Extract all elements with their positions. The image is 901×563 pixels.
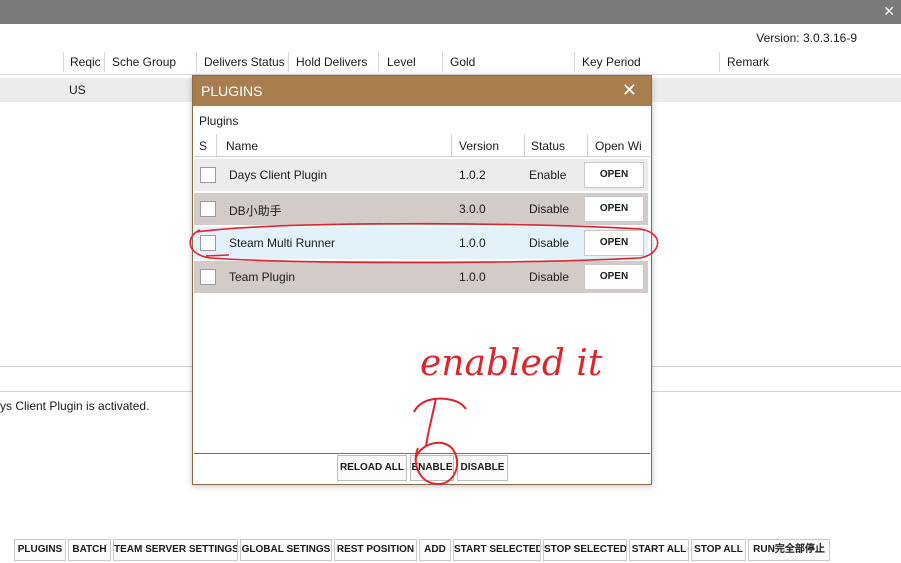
dialog-titlebar: PLUGINS ✕ xyxy=(193,76,651,106)
plugin-status: Disable xyxy=(529,202,570,216)
add-button[interactable]: ADD xyxy=(419,539,451,561)
plugin-status: Disable xyxy=(529,236,570,250)
log-message: ys Client Plugin is activated. xyxy=(0,399,150,413)
batch-button[interactable]: BATCH xyxy=(68,539,111,561)
column-separator xyxy=(288,52,289,72)
column-status[interactable]: Status xyxy=(531,139,565,153)
column-sche-group[interactable]: Sche Group xyxy=(112,55,176,69)
global-settings-button[interactable]: GLOBAL SETINGS xyxy=(240,539,332,561)
column-key-period[interactable]: Key Period xyxy=(582,55,641,69)
column-separator xyxy=(196,52,197,72)
column-gold[interactable]: Gold xyxy=(450,55,475,69)
team-server-settings-button[interactable]: TEAM SERVER SETTINGS xyxy=(113,539,238,561)
column-separator xyxy=(719,52,720,72)
column-level[interactable]: Level xyxy=(387,55,416,69)
window-close-icon[interactable]: ✕ xyxy=(883,4,895,18)
stop-all-button[interactable]: STOP ALL xyxy=(691,539,746,561)
plugin-version: 3.0.0 xyxy=(459,202,486,216)
column-separator xyxy=(574,52,575,72)
plugin-select-checkbox[interactable] xyxy=(200,235,216,251)
column-separator xyxy=(104,52,105,72)
plugin-name: Team Plugin xyxy=(229,270,296,284)
plugin-row[interactable]: Steam Multi Runner 1.0.0 Disable OPEN xyxy=(194,227,648,259)
stop-selected-button[interactable]: STOP SELECTED xyxy=(543,539,627,561)
plugins-section-label: Plugins xyxy=(199,114,239,128)
column-separator xyxy=(524,134,525,156)
plugin-row[interactable]: DB小助手 3.0.0 Disable OPEN xyxy=(194,193,648,225)
window-titlebar: ✕ xyxy=(0,0,901,24)
column-hold-delivers[interactable]: Hold Delivers xyxy=(296,55,367,69)
rest-position-button[interactable]: REST POSITION xyxy=(334,539,417,561)
version-label: Version: 3.0.3.16-9 xyxy=(756,31,857,45)
plugins-button[interactable]: PLUGINS xyxy=(14,539,66,561)
plugin-select-checkbox[interactable] xyxy=(200,201,216,217)
column-separator xyxy=(442,52,443,72)
row-region: US xyxy=(69,83,86,97)
plugin-name: Steam Multi Runner xyxy=(229,236,336,250)
plugin-version: 1.0.0 xyxy=(459,270,486,284)
plugin-open-button[interactable]: OPEN xyxy=(584,264,644,290)
reload-all-button[interactable]: RELOAD ALL xyxy=(337,455,407,481)
plugin-open-button[interactable]: OPEN xyxy=(584,162,644,188)
column-name[interactable]: Name xyxy=(226,139,258,153)
plugin-status: Disable xyxy=(529,270,570,284)
plugin-select-checkbox[interactable] xyxy=(200,269,216,285)
plugin-grid-header: S Name Version Status Open Wi xyxy=(193,134,651,156)
plugin-name: DB小助手 xyxy=(229,204,282,218)
column-header-row: Reqic Sche Group Delivers Status Hold De… xyxy=(0,50,901,75)
plugin-name: Days Client Plugin xyxy=(229,168,328,182)
column-separator xyxy=(63,52,64,72)
column-s[interactable]: S xyxy=(199,139,207,153)
disable-button[interactable]: DISABLE xyxy=(457,455,508,481)
plugin-select-checkbox[interactable] xyxy=(200,167,216,183)
plugin-grid: Days Client Plugin 1.0.2 Enable OPEN DB小… xyxy=(194,156,650,454)
column-separator xyxy=(378,52,379,72)
column-remark[interactable]: Remark xyxy=(727,55,769,69)
plugins-dialog: PLUGINS ✕ Plugins S Name Version Status … xyxy=(192,75,652,485)
dialog-title: PLUGINS xyxy=(201,83,263,99)
plugin-status: Enable xyxy=(529,168,567,182)
column-version[interactable]: Version xyxy=(459,139,499,153)
bottom-toolbar: PLUGINS BATCH TEAM SERVER SETTINGS GLOBA… xyxy=(0,536,901,563)
plugin-open-button[interactable]: OPEN xyxy=(584,230,644,256)
column-open-window[interactable]: Open Wi xyxy=(595,139,645,153)
start-all-button[interactable]: START ALL xyxy=(629,539,689,561)
start-selected-button[interactable]: START SELECTED xyxy=(453,539,541,561)
plugin-row[interactable]: Team Plugin 1.0.0 Disable OPEN xyxy=(194,261,648,293)
enable-button[interactable]: ENABLE xyxy=(410,455,454,481)
plugin-version: 1.0.2 xyxy=(459,168,486,182)
run-stop-all-button[interactable]: RUN完全部停止 xyxy=(748,539,830,561)
column-delivers-status[interactable]: Delivers Status xyxy=(204,55,285,69)
dialog-close-icon[interactable]: ✕ xyxy=(622,80,637,101)
plugin-open-button[interactable]: OPEN xyxy=(584,196,644,222)
column-separator xyxy=(216,134,217,156)
column-reqic[interactable]: Reqic xyxy=(70,55,100,69)
plugin-version: 1.0.0 xyxy=(459,236,486,250)
plugin-row[interactable]: Days Client Plugin 1.0.2 Enable OPEN xyxy=(194,159,648,191)
column-separator xyxy=(587,134,588,156)
column-separator xyxy=(451,134,452,156)
